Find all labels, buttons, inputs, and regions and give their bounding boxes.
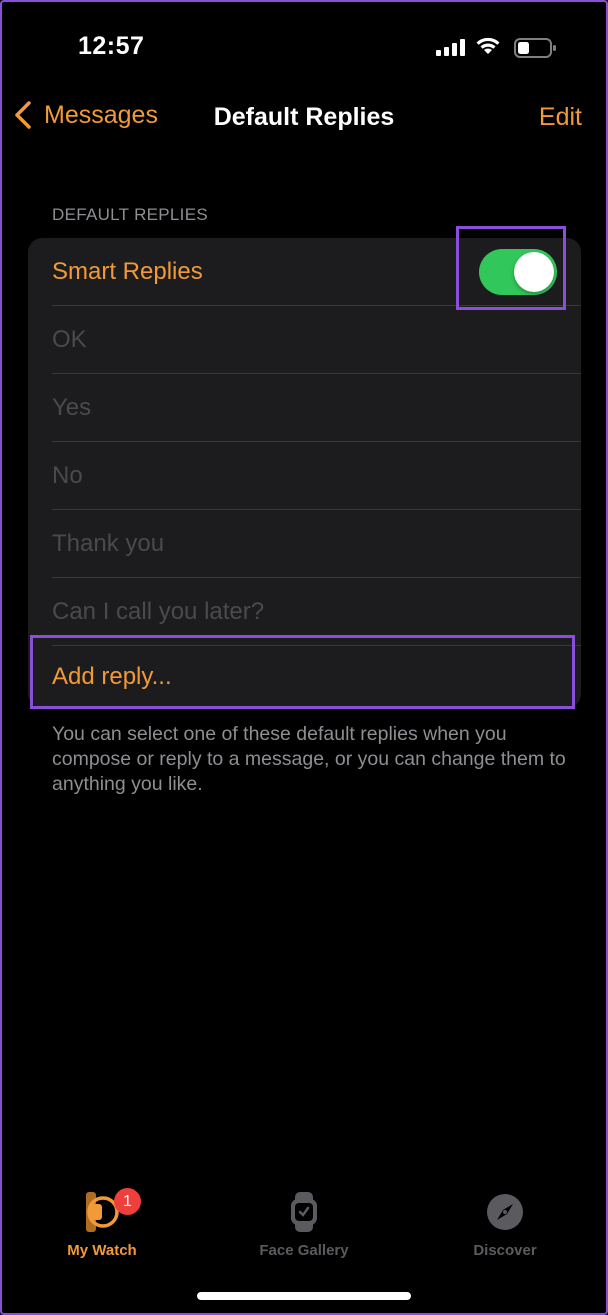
notification-badge: 1 <box>114 1188 141 1215</box>
list-item[interactable]: Yes <box>28 374 581 442</box>
tab-label: My Watch <box>67 1242 137 1259</box>
add-reply-highlight-box <box>30 635 575 709</box>
tab-label: Face Gallery <box>259 1242 349 1259</box>
smart-replies-label: Smart Replies <box>52 258 203 285</box>
list-item[interactable]: OK <box>28 306 581 374</box>
list-item[interactable]: Thank you <box>28 510 581 578</box>
reply-text: Thank you <box>52 530 165 557</box>
tab-face-gallery[interactable]: Face Gallery <box>224 1190 384 1259</box>
tab-label: Discover <box>473 1242 537 1259</box>
tab-discover[interactable]: Discover <box>425 1190 585 1259</box>
section-header: DEFAULT REPLIES <box>52 205 208 224</box>
list-item[interactable]: No <box>28 442 581 510</box>
battery-icon <box>514 38 556 58</box>
reply-text: OK <box>52 326 87 353</box>
edit-button[interactable]: Edit <box>539 103 582 132</box>
home-indicator[interactable] <box>197 1292 411 1300</box>
toggle-highlight-box <box>456 226 566 310</box>
reply-text: Can I call you later? <box>52 598 265 625</box>
reply-text: Yes <box>52 394 92 421</box>
wifi-icon <box>476 37 500 54</box>
footer-description: You can select one of these default repl… <box>52 723 566 795</box>
cellular-signal-icon <box>436 38 465 56</box>
tab-my-watch[interactable]: 1 My Watch <box>22 1188 182 1259</box>
compass-icon <box>487 1194 523 1230</box>
face-gallery-icon <box>291 1192 317 1232</box>
status-time: 12:57 <box>78 32 145 60</box>
page-title: Default Replies <box>213 103 395 131</box>
reply-text: No <box>52 462 83 489</box>
